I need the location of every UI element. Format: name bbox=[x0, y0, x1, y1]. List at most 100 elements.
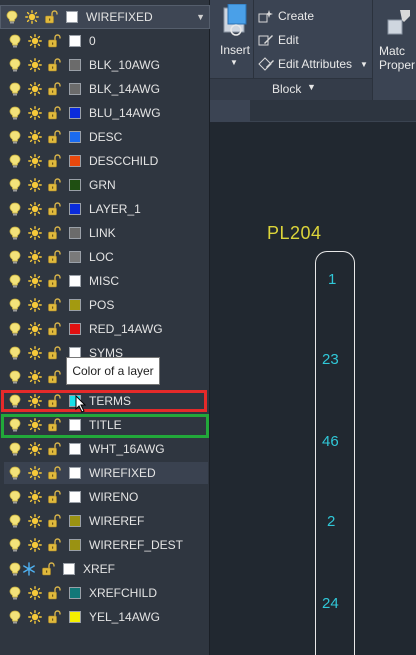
unlocked-padlock-icon[interactable] bbox=[47, 346, 61, 360]
layer-row-loc[interactable]: LOC bbox=[4, 246, 208, 268]
chevron-down-icon[interactable]: ▼ bbox=[307, 82, 316, 92]
unlocked-padlock-icon[interactable] bbox=[47, 490, 61, 504]
lightbulb-icon[interactable] bbox=[8, 274, 22, 288]
unlocked-padlock-icon[interactable] bbox=[47, 274, 61, 288]
lightbulb-icon[interactable] bbox=[8, 538, 22, 552]
sun-icon[interactable] bbox=[28, 514, 42, 528]
drawing-canvas[interactable]: PL204 1 23 46 2 24 bbox=[210, 123, 416, 655]
layer-color-swatch[interactable] bbox=[69, 587, 81, 599]
sun-icon[interactable] bbox=[28, 106, 42, 120]
layer-row-wireref-dest[interactable]: WIREREF_DEST bbox=[4, 534, 208, 556]
layer-color-swatch[interactable] bbox=[69, 515, 81, 527]
sun-icon[interactable] bbox=[28, 250, 42, 264]
layer-color-swatch[interactable] bbox=[69, 251, 81, 263]
lightbulb-icon[interactable] bbox=[8, 58, 22, 72]
lightbulb-icon[interactable] bbox=[8, 466, 22, 480]
lightbulb-icon[interactable] bbox=[5, 10, 19, 24]
layer-dropdown-header[interactable]: WIREFIXED ▼ bbox=[0, 5, 210, 29]
lightbulb-icon[interactable] bbox=[8, 610, 22, 624]
layer-color-swatch[interactable] bbox=[69, 323, 81, 335]
layer-row-wht-16awg[interactable]: WHT_16AWG bbox=[4, 438, 208, 460]
sun-icon[interactable] bbox=[28, 346, 42, 360]
layer-color-swatch[interactable] bbox=[69, 443, 81, 455]
edit-block-button[interactable]: Edit bbox=[258, 33, 299, 47]
lightbulb-icon[interactable] bbox=[8, 562, 22, 576]
layer-row-wireno[interactable]: WIRENO bbox=[4, 486, 208, 508]
unlocked-padlock-icon[interactable] bbox=[47, 226, 61, 240]
layer-row-link[interactable]: LINK bbox=[4, 222, 208, 244]
lightbulb-icon[interactable] bbox=[8, 586, 22, 600]
layer-color-swatch[interactable] bbox=[63, 563, 75, 575]
file-tab[interactable] bbox=[210, 100, 250, 122]
match-properties-label[interactable]: Matc Proper bbox=[379, 44, 415, 72]
layer-color-swatch[interactable] bbox=[69, 59, 81, 71]
layer-color-swatch[interactable] bbox=[69, 83, 81, 95]
snowflake-icon[interactable] bbox=[22, 562, 36, 576]
lightbulb-icon[interactable] bbox=[8, 490, 22, 504]
unlocked-padlock-icon[interactable] bbox=[47, 250, 61, 264]
layer-color-swatch[interactable] bbox=[69, 539, 81, 551]
layer-color-swatch[interactable] bbox=[69, 203, 81, 215]
layer-row-0[interactable]: 0 bbox=[4, 30, 208, 52]
layer-color-swatch[interactable] bbox=[69, 611, 81, 623]
match-properties-icon[interactable] bbox=[386, 8, 414, 40]
sun-icon[interactable] bbox=[28, 538, 42, 552]
layer-row-blk-10awg[interactable]: BLK_10AWG bbox=[4, 54, 208, 76]
layer-row-wirefixed[interactable]: WIREFIXED bbox=[4, 462, 208, 484]
sun-icon[interactable] bbox=[28, 442, 42, 456]
layer-row-descchild[interactable]: DESCCHILD bbox=[4, 150, 208, 172]
sun-icon[interactable] bbox=[28, 466, 42, 480]
lightbulb-icon[interactable] bbox=[8, 442, 22, 456]
layer-row-pos[interactable]: POS bbox=[4, 294, 208, 316]
lightbulb-icon[interactable] bbox=[8, 298, 22, 312]
unlocked-padlock-icon[interactable] bbox=[47, 154, 61, 168]
lightbulb-icon[interactable] bbox=[8, 514, 22, 528]
sun-icon[interactable] bbox=[28, 298, 42, 312]
sun-icon[interactable] bbox=[28, 154, 42, 168]
layer-color-swatch[interactable] bbox=[69, 131, 81, 143]
sun-icon[interactable] bbox=[25, 10, 39, 24]
chevron-down-icon[interactable]: ▼ bbox=[196, 12, 205, 22]
unlocked-padlock-icon[interactable] bbox=[47, 106, 61, 120]
layer-color-swatch[interactable] bbox=[66, 11, 78, 23]
layer-row-yel-14awg[interactable]: YEL_14AWG bbox=[4, 606, 208, 628]
insert-block-icon[interactable] bbox=[220, 4, 248, 40]
lightbulb-icon[interactable] bbox=[8, 370, 22, 384]
lightbulb-icon[interactable] bbox=[8, 82, 22, 96]
sun-icon[interactable] bbox=[28, 178, 42, 192]
layer-color-swatch[interactable] bbox=[69, 227, 81, 239]
sun-icon[interactable] bbox=[28, 274, 42, 288]
layer-row-blk-14awg[interactable]: BLK_14AWG bbox=[4, 78, 208, 100]
unlocked-padlock-icon[interactable] bbox=[47, 178, 61, 192]
lightbulb-icon[interactable] bbox=[8, 130, 22, 144]
sun-icon[interactable] bbox=[28, 322, 42, 336]
layer-color-swatch[interactable] bbox=[69, 155, 81, 167]
unlocked-padlock-icon[interactable] bbox=[47, 82, 61, 96]
unlocked-padlock-icon[interactable] bbox=[47, 58, 61, 72]
chevron-down-icon[interactable]: ▼ bbox=[230, 58, 238, 67]
layer-row-grn[interactable]: GRN bbox=[4, 174, 208, 196]
unlocked-padlock-icon[interactable] bbox=[47, 514, 61, 528]
layer-row-blu-14awg[interactable]: BLU_14AWG bbox=[4, 102, 208, 124]
layer-row-red-14awg[interactable]: RED_14AWG bbox=[4, 318, 208, 340]
block-group-label[interactable]: Block bbox=[272, 82, 301, 96]
lightbulb-icon[interactable] bbox=[8, 154, 22, 168]
layer-row-xref[interactable]: XREF bbox=[4, 558, 208, 580]
layer-color-swatch[interactable] bbox=[69, 467, 81, 479]
layer-color-swatch[interactable] bbox=[69, 107, 81, 119]
lightbulb-icon[interactable] bbox=[8, 322, 22, 336]
layer-row-desc[interactable]: DESC bbox=[4, 126, 208, 148]
unlocked-padlock-icon[interactable] bbox=[47, 298, 61, 312]
edit-attributes-button[interactable]: Edit Attributes ▼ bbox=[258, 57, 368, 71]
unlocked-padlock-icon[interactable] bbox=[47, 322, 61, 336]
create-block-button[interactable]: Create bbox=[258, 9, 314, 23]
lightbulb-icon[interactable] bbox=[8, 346, 22, 360]
unlocked-padlock-icon[interactable] bbox=[47, 466, 61, 480]
unlocked-padlock-icon[interactable] bbox=[41, 562, 55, 576]
unlocked-padlock-icon[interactable] bbox=[44, 10, 58, 24]
insert-button-label[interactable]: Insert bbox=[220, 43, 250, 57]
lightbulb-icon[interactable] bbox=[8, 178, 22, 192]
layer-row-layer-1[interactable]: LAYER_1 bbox=[4, 198, 208, 220]
sun-icon[interactable] bbox=[28, 226, 42, 240]
unlocked-padlock-icon[interactable] bbox=[47, 202, 61, 216]
